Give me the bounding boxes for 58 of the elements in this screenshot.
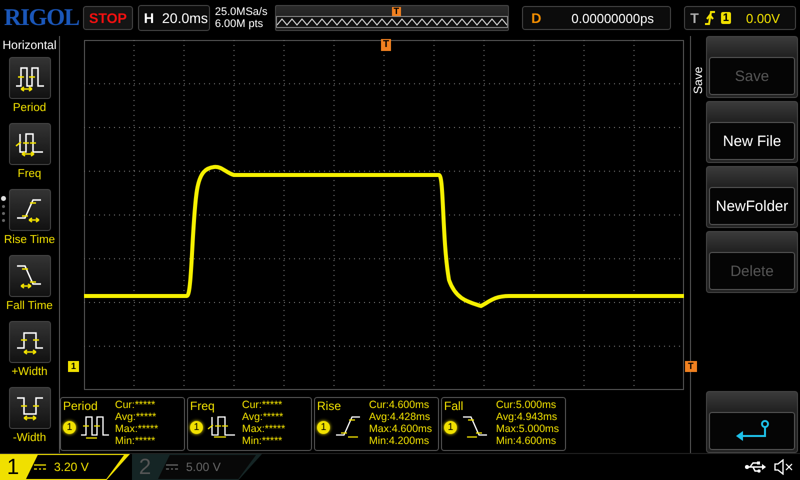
measurement-reading: Max:5.000ms <box>496 423 560 435</box>
source-badge: 1 <box>190 420 203 434</box>
menu-title: Horizontal <box>2 38 57 52</box>
softkey-button[interactable]: NewFolder <box>709 187 795 225</box>
channel-tab[interactable]: 1 3.20 V <box>0 454 130 480</box>
measurement-reading: Avg:***** <box>115 411 158 423</box>
measurement-reading: Cur:5.000ms <box>496 399 558 411</box>
source-badge: 1 <box>317 420 330 434</box>
speaker-muted-icon <box>774 459 794 475</box>
measurement-name: Period <box>63 399 99 413</box>
run-stop-status[interactable]: STOP <box>83 6 133 30</box>
trigger-box[interactable]: T 1 0.00V <box>684 6 796 30</box>
rising-edge-icon <box>704 10 716 26</box>
trigger-label: T <box>690 10 699 26</box>
measurement-reading: Min:***** <box>115 435 156 447</box>
memory-depth: 6.00M pts <box>214 18 264 30</box>
sample-rate: 25.0MSa/s <box>214 6 268 18</box>
measurement-name: Freq <box>190 399 216 413</box>
timebase-box[interactable]: H 20.0ms <box>138 5 210 31</box>
measurement-name: Rise <box>317 399 342 413</box>
measurement-reading: Cur:***** <box>242 399 284 411</box>
delay-label: D <box>531 10 542 26</box>
timebase-value: 20.0ms <box>162 10 208 26</box>
measurement-reading: Avg:4.943ms <box>496 411 558 423</box>
measurement-reading: Cur:***** <box>115 399 156 411</box>
return-button[interactable] <box>709 412 795 450</box>
trigger-position-marker[interactable]: T <box>381 39 392 51</box>
return-arrow-icon <box>734 420 770 442</box>
source-badge: 1 <box>63 420 76 434</box>
brand-logo: RIGOL <box>4 4 78 32</box>
trigger-level-marker[interactable]: T <box>685 361 696 372</box>
channel-offset-marker[interactable]: 1 <box>68 361 80 372</box>
measurement-reading: Avg:***** <box>242 411 284 423</box>
delay-box[interactable]: D 0.00000000ps <box>522 6 672 30</box>
dc-coupling-icon <box>166 463 178 471</box>
measurement-reading: Min:4.600ms <box>496 435 558 447</box>
measurement-name: Fall <box>444 399 464 413</box>
measurement-reading: Max:***** <box>242 423 286 435</box>
measurement-reading: Cur:4.600ms <box>369 399 430 411</box>
source-badge: 1 <box>444 420 457 434</box>
timebase-label: H <box>144 10 154 26</box>
trigger-level: 0.00V <box>746 10 780 26</box>
measurement-reading: Max:4.600ms <box>369 423 432 435</box>
trigger-position-marker: T <box>392 7 402 16</box>
measurement-reading: Min:***** <box>242 435 284 447</box>
menu-title: Save <box>691 65 706 96</box>
channel-scale: 3.20 V <box>26 455 124 479</box>
measurement-reading: Avg:4.428ms <box>369 411 432 423</box>
channel-number: 1 <box>6 454 20 480</box>
channel-number: 2 <box>138 454 152 480</box>
softkey-button[interactable]: New File <box>709 122 795 160</box>
channel-scale: 5.00 V <box>158 455 256 479</box>
usb-icon <box>744 461 766 473</box>
delay-value: 0.00000000ps <box>571 10 654 26</box>
measurement-reading: Min:4.200ms <box>369 435 430 447</box>
dc-coupling-icon <box>34 463 46 471</box>
trigger-source-badge: 1 <box>720 12 731 24</box>
measurement-reading: Max:***** <box>115 423 158 435</box>
